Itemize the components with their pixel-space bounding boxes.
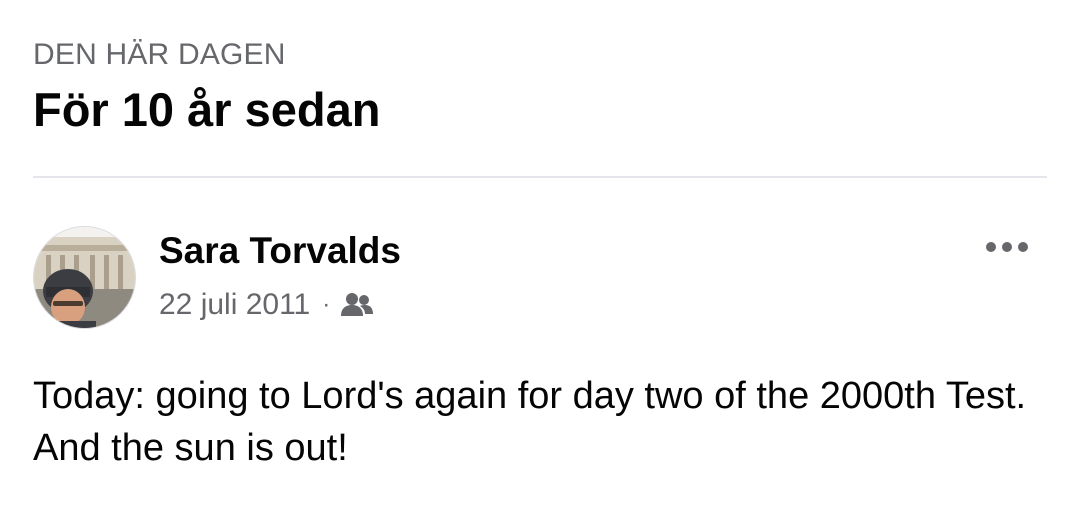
divider [33,176,1047,178]
memories-header: DEN HÄR DAGEN För 10 år sedan [33,36,380,138]
post-date[interactable]: 22 juli 2011 [159,288,310,322]
memory-title: För 10 år sedan [33,83,381,136]
meta-separator: · [322,291,331,318]
more-options-button[interactable] [977,232,1037,262]
author-name[interactable]: Sara Torvalds [159,229,401,273]
post-header: Sara Torvalds 22 juli 2011 · [33,226,1047,330]
avatar-photo [34,227,135,328]
more-options-icon [986,242,1028,252]
avatar[interactable] [33,226,136,329]
post-meta: 22 juli 2011 · [159,286,374,324]
section-label: DEN HÄR DAGEN [33,38,286,71]
friends-icon[interactable] [340,292,374,318]
post-text: Today: going to Lord's again for day two… [33,375,1027,469]
